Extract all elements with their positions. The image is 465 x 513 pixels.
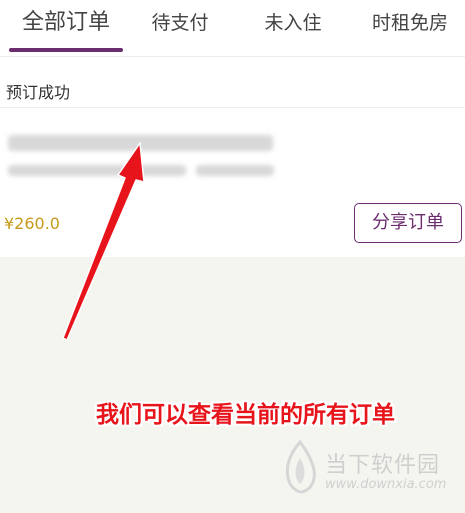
annotation-caption: 我们可以查看当前的所有订单 bbox=[96, 402, 395, 428]
annotation-arrow bbox=[62, 142, 145, 341]
watermark-name: 当下软件园 bbox=[325, 453, 441, 478]
watermark-url: www.downxia.com bbox=[325, 477, 447, 492]
watermark-logo-icon bbox=[285, 439, 316, 494]
